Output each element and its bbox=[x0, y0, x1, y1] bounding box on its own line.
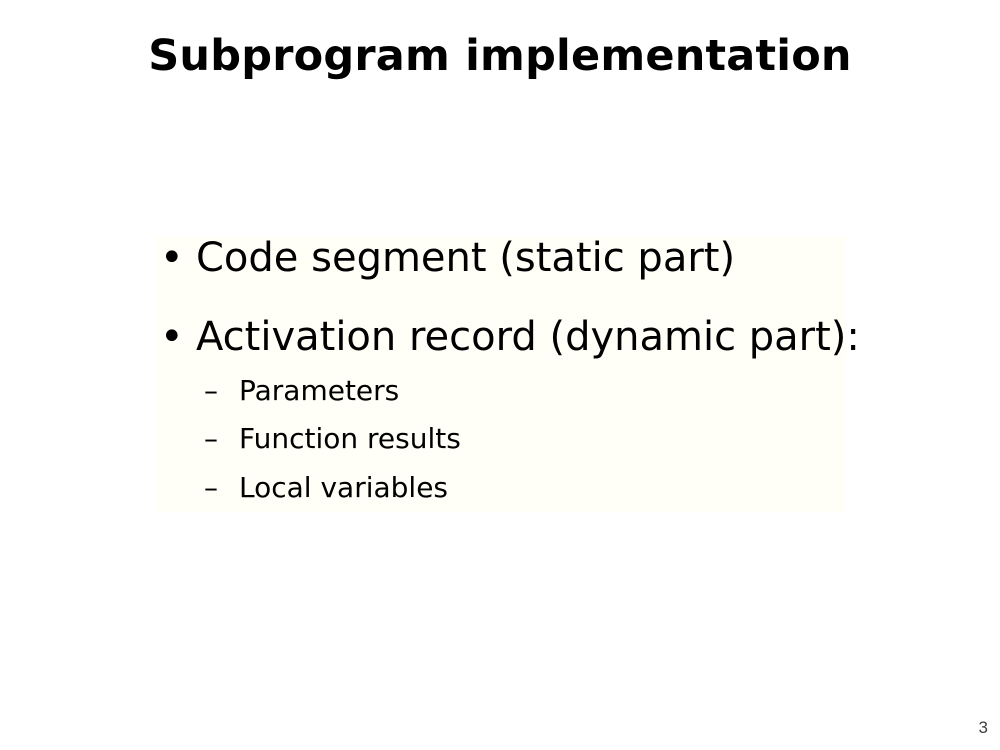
slide-number: 3 bbox=[978, 718, 988, 737]
bullet-activation-record: • Activation record (dynamic part): bbox=[156, 313, 860, 365]
dash-marker: – bbox=[204, 471, 218, 504]
subitem-local-variables: – Local variables bbox=[204, 470, 804, 510]
slide-title: Subprogram implementation bbox=[148, 31, 852, 81]
bullet-marker: • bbox=[160, 235, 184, 281]
subitem-parameters: – Parameters bbox=[204, 373, 804, 413]
subitem-text: Parameters bbox=[239, 374, 400, 407]
dash-marker: – bbox=[204, 422, 218, 455]
bullet-code-segment: • Code segment (static part) bbox=[156, 234, 846, 286]
subitem-text: Function results bbox=[239, 422, 461, 455]
bullet-marker: • bbox=[160, 314, 184, 360]
bullet-text: Code segment (static part) bbox=[196, 235, 736, 281]
subitem-text: Local variables bbox=[239, 471, 449, 504]
bullet-text: Activation record (dynamic part): bbox=[196, 314, 860, 360]
dash-marker: – bbox=[204, 374, 218, 407]
subitem-function-results: – Function results bbox=[204, 421, 804, 461]
